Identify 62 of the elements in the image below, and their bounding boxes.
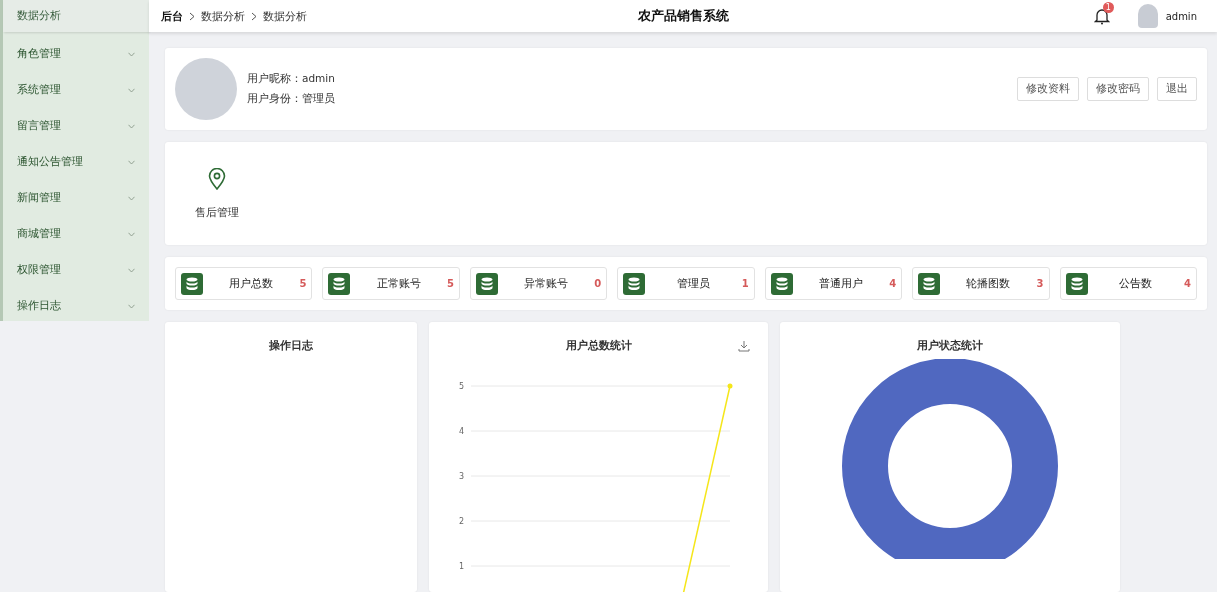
axis-tick-label: 4 <box>458 427 464 436</box>
chevron-down-icon <box>128 267 135 273</box>
download-icon[interactable] <box>738 340 750 352</box>
sidebar-item[interactable]: 角色管理 <box>3 36 149 72</box>
profile-button[interactable]: 修改密码 <box>1087 77 1149 101</box>
chevron-down-icon <box>128 159 135 165</box>
stat-label: 公告数 <box>1118 276 1154 291</box>
shortcut-link[interactable]: 售后管理 <box>195 205 239 220</box>
sidebar-item[interactable]: 权限管理 <box>3 252 149 288</box>
stat-label: 普通用户 <box>817 276 864 291</box>
database-icon <box>328 272 351 295</box>
stat-value: 3 <box>1036 278 1044 289</box>
axis-tick-label: 1 <box>458 562 464 571</box>
stat-value: 0 <box>594 278 602 289</box>
sidebar-item[interactable]: 通知公告管理 <box>3 144 149 180</box>
sidebar-item[interactable]: 留言管理 <box>3 108 149 144</box>
database-icon <box>770 272 793 295</box>
stat-value: 4 <box>1184 278 1191 289</box>
chevron-right-icon <box>251 11 257 21</box>
stat-label: 用户总数 <box>228 276 275 291</box>
breadcrumb-link[interactable]: 数据分析 <box>201 8 245 24</box>
chevron-down-icon <box>128 87 135 93</box>
panel-title: 用户状态统计 <box>917 338 983 353</box>
location-pin-icon[interactable] <box>208 167 226 190</box>
chevron-down-icon <box>128 51 135 57</box>
stat-value: 5 <box>446 278 454 289</box>
sidebar-item[interactable]: 系统管理 <box>3 72 149 108</box>
chevron-down-icon <box>128 303 135 309</box>
database-icon <box>1065 272 1088 295</box>
sidebar-item[interactable]: 新闻管理 <box>3 180 149 216</box>
sidebar-item[interactable]: 商城管理 <box>3 216 149 252</box>
stat-value: 4 <box>889 278 897 289</box>
stat-value: 1 <box>741 278 749 289</box>
database-icon <box>623 272 646 295</box>
axis-tick-label: 5 <box>458 382 464 391</box>
chevron-right-icon <box>189 11 195 21</box>
axis-tick-label: 2 <box>458 517 464 526</box>
notification-badge: 1 <box>1102 1 1114 13</box>
stat-value: 5 <box>299 278 307 289</box>
role-text: 用户身份：管理员 <box>247 92 336 106</box>
panel-title: 用户总数统计 <box>565 338 632 353</box>
breadcrumb-link[interactable]: 数据分析 <box>263 8 307 24</box>
app-title: 农产品销售系统 <box>637 7 729 25</box>
database-icon <box>918 272 941 295</box>
username-label[interactable]: admin <box>1165 10 1197 22</box>
database-icon <box>475 272 498 295</box>
panel-title: 操作日志 <box>268 338 314 353</box>
chevron-down-icon <box>128 231 135 237</box>
database-icon <box>181 272 203 295</box>
breadcrumb-link[interactable]: 后台 <box>161 8 183 24</box>
chevron-down-icon <box>128 123 135 129</box>
nickname-text: 用户昵称：admin <box>247 72 336 86</box>
stat-label: 异常账号 <box>523 276 570 291</box>
stat-label: 轮播图数 <box>965 276 1012 291</box>
axis-tick-label: 3 <box>458 472 464 481</box>
profile-button[interactable]: 修改资料 <box>1017 77 1079 101</box>
stat-label: 正常账号 <box>375 276 422 291</box>
sidebar-item[interactable]: 数据分析 <box>3 0 149 32</box>
stat-label: 管理员 <box>676 276 711 291</box>
chevron-down-icon <box>128 195 135 201</box>
sidebar-item[interactable]: 操作日志 <box>3 288 149 324</box>
profile-button[interactable]: 退出 <box>1157 77 1197 101</box>
